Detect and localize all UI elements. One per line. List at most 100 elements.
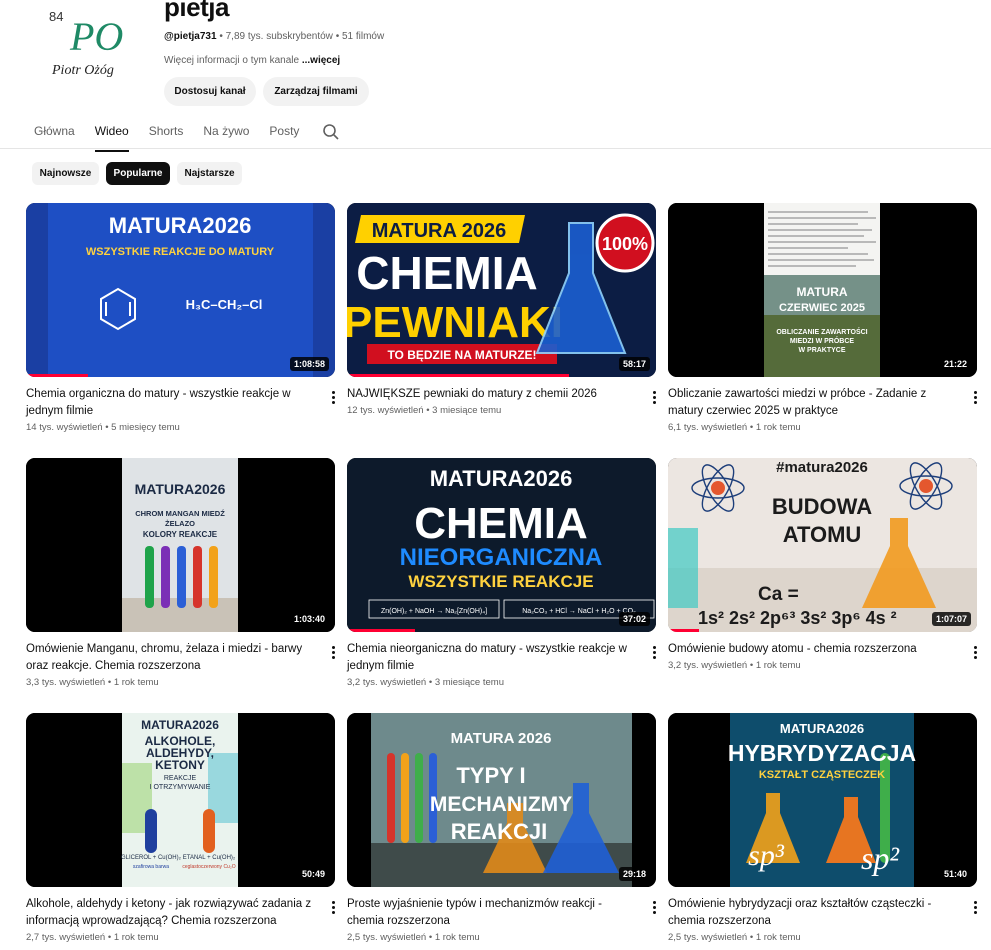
video-title[interactable]: Chemia nieorganiczna do matury - wszystk… — [347, 641, 637, 675]
avatar-number: 84 — [49, 9, 63, 24]
thumb-text: W PRAKTYCE — [798, 347, 845, 354]
video-title[interactable]: Chemia organiczna do matury - wszystkie … — [26, 386, 316, 420]
watch-progress — [668, 629, 699, 632]
thumb-text: CHROM MANGAN MIEDŹ — [135, 509, 225, 518]
thumb-text: CHEMIA — [356, 247, 537, 299]
video-views: 12 tys. wyświetleń — [347, 405, 424, 416]
video-age: 3 miesiące temu — [434, 677, 504, 688]
video-duration: 37:02 — [618, 612, 650, 626]
customize-channel-button[interactable]: Dostosuj kanał — [164, 77, 256, 106]
video-thumbnail[interactable]: MATURA 2026 CHEMIA PEWNIAKI TO BĘDZIE NA… — [347, 203, 656, 377]
thumb-text: CHEMIA — [414, 499, 588, 548]
video-views: 3,3 tys. wyświetleń — [26, 677, 106, 688]
chip-newest[interactable]: Najnowsze — [32, 162, 99, 185]
video-duration: 29:18 — [618, 867, 650, 881]
more-options-icon[interactable] — [647, 897, 661, 917]
video-title[interactable]: Omówienie hybrydyzacji oraz kształtów cz… — [668, 896, 958, 930]
thumb-text: MATURA 2026 — [372, 220, 506, 242]
video-age: 3 miesiące temu — [432, 405, 502, 416]
thumb-text: Zn(OH)₂ + NaOH → Na₂[Zn(OH)₄] — [381, 608, 487, 615]
thumbnail-art: MATURA2026 WSZYSTKIE REAKCJE DO MATURY H… — [26, 203, 335, 377]
video-title[interactable]: Proste wyjaśnienie typów i mechanizmów r… — [347, 896, 637, 930]
video-card[interactable]: MATURA 2026 CHEMIA PEWNIAKI TO BĘDZIE NA… — [347, 203, 656, 416]
video-meta: 3,2 tys. wyświetleń • 1 rok temu — [668, 660, 801, 671]
video-duration: 1:07:07 — [931, 612, 971, 626]
more-options-icon[interactable] — [326, 387, 340, 407]
video-title[interactable]: Obliczanie zawartości miedzi w próbce - … — [668, 386, 958, 420]
video-card[interactable]: MATURA2026 HYBRYDYZACJA KSZTAŁT CZĄSTECZ… — [668, 713, 977, 943]
chip-oldest[interactable]: Najstarsze — [177, 162, 242, 185]
video-age: 5 miesięcy temu — [111, 422, 180, 433]
more-options-icon[interactable] — [326, 897, 340, 917]
video-card[interactable]: MATURA2026 CHROM MANGAN MIEDŹ ŻELAZO KOL… — [26, 458, 335, 688]
thumb-text: CZERWIEC 2025 — [779, 302, 865, 314]
video-meta: 2,7 tys. wyświetleń • 1 rok temu — [26, 932, 159, 943]
thumb-text: 1s² 2s² 2p⁶³ 3s² 3p⁶ 4s ² — [698, 608, 897, 628]
description-text: Więcej informacji o tym kanale — [164, 55, 300, 66]
channel-description[interactable]: Więcej informacji o tym kanale ...więcej — [164, 55, 340, 66]
video-card[interactable]: MATURA 2026 TYPY I MECHANIZMY REAKCJI 29… — [347, 713, 656, 943]
channel-avatar[interactable]: 84 PO Piotr Ożóg — [40, 0, 150, 90]
thumb-text: MATURA2026 — [109, 213, 252, 238]
video-card[interactable]: #matura2026 BUDOWA ATOMU Ca = 1s² 2s² 2p… — [668, 458, 977, 671]
video-views: 2,5 tys. wyświetleń — [668, 932, 748, 943]
thumbnail-art: MATURA2026 HYBRYDYZACJA KSZTAŁT CZĄSTECZ… — [668, 713, 977, 887]
more-options-icon[interactable] — [326, 642, 340, 662]
watch-progress — [26, 374, 88, 377]
more-options-icon[interactable] — [968, 897, 982, 917]
video-meta: 3,3 tys. wyświetleń • 1 rok temu — [26, 677, 159, 688]
thumb-text: TYPY I — [456, 763, 525, 788]
thumb-text: MATURA — [796, 285, 847, 299]
chip-popular[interactable]: Popularne — [106, 162, 170, 185]
video-thumbnail[interactable]: MATURA2026 HYBRYDYZACJA KSZTAŁT CZĄSTECZ… — [668, 713, 977, 887]
video-thumbnail[interactable]: MATURA2026 CHEMIA NIEORGANICZNA WSZYSTKI… — [347, 458, 656, 632]
video-thumbnail[interactable]: MATURA2026 WSZYSTKIE REAKCJE DO MATURY H… — [26, 203, 335, 377]
video-age: 1 rok temu — [755, 660, 801, 671]
video-duration: 51:40 — [939, 867, 971, 881]
thumb-text: BUDOWA — [772, 494, 872, 519]
thumb-text: ETANAL + Cu(OH)₂ — [183, 855, 236, 861]
video-card[interactable]: MATURA2026 ALKOHOLE, ALDEHYDY, KETONY RE… — [26, 713, 335, 943]
thumb-text: NIEORGANICZNA — [400, 544, 603, 571]
video-duration: 1:08:58 — [289, 357, 329, 371]
subscriber-count: 7,89 tys. subskrybentów — [225, 31, 333, 42]
video-title[interactable]: Omówienie budowy atomu - chemia rozszerz… — [668, 641, 958, 658]
thumb-text: MECHANIZMY — [430, 793, 572, 816]
thumbnail-art: #matura2026 BUDOWA ATOMU Ca = 1s² 2s² 2p… — [668, 458, 977, 632]
video-views: 2,5 tys. wyświetleń — [347, 932, 427, 943]
video-views: 6,1 tys. wyświetleń — [668, 422, 748, 433]
more-link[interactable]: ...więcej — [302, 55, 340, 66]
video-title[interactable]: Alkohole, aldehydy i ketony - jak rozwią… — [26, 896, 316, 930]
video-thumbnail[interactable]: #matura2026 BUDOWA ATOMU Ca = 1s² 2s² 2p… — [668, 458, 977, 632]
thumb-text: WSZYSTKIE REAKCJE DO MATURY — [86, 246, 275, 258]
video-duration: 58:17 — [618, 357, 650, 371]
thumb-text: ceglastoczerwony Cu₂O — [182, 864, 235, 870]
thumb-text: KSZTAŁT CZĄSTECZEK — [759, 769, 885, 781]
video-card[interactable]: MATURA2026 CHEMIA NIEORGANICZNA WSZYSTKI… — [347, 458, 656, 688]
thumb-text: WSZYSTKIE REAKCJE — [408, 572, 593, 591]
video-thumbnail[interactable]: MATURA 2026 TYPY I MECHANIZMY REAKCJI 29… — [347, 713, 656, 887]
more-options-icon[interactable] — [968, 387, 982, 407]
manage-videos-button[interactable]: Zarządzaj filmami — [263, 77, 369, 106]
video-card[interactable]: MATURA CZERWIEC 2025 OBLICZANIE ZAWARTOŚ… — [668, 203, 977, 433]
video-thumbnail[interactable]: MATURA CZERWIEC 2025 OBLICZANIE ZAWARTOŚ… — [668, 203, 977, 377]
search-icon[interactable] — [322, 123, 340, 141]
thumb-text: HYBRYDYZACJA — [728, 740, 916, 766]
thumb-text: MATURA2026 — [141, 718, 219, 732]
video-meta: 12 tys. wyświetleń • 3 miesiące temu — [347, 405, 502, 416]
video-age: 1 rok temu — [113, 677, 159, 688]
video-card[interactable]: MATURA2026 WSZYSTKIE REAKCJE DO MATURY H… — [26, 203, 335, 433]
more-options-icon[interactable] — [968, 642, 982, 662]
thumb-text: MATURA2026 — [135, 481, 226, 497]
more-options-icon[interactable] — [647, 642, 661, 662]
more-options-icon[interactable] — [647, 387, 661, 407]
thumb-text: I OTRZYMYWANIE — [150, 784, 211, 791]
video-title[interactable]: NAJWIĘKSZE pewniaki do matury z chemii 2… — [347, 386, 637, 403]
video-thumbnail[interactable]: MATURA2026 ALKOHOLE, ALDEHYDY, KETONY RE… — [26, 713, 335, 887]
video-count: 51 filmów — [341, 31, 385, 42]
thumb-text: sp² — [861, 840, 900, 876]
video-title[interactable]: Omówienie Manganu, chromu, żelaza i mied… — [26, 641, 316, 675]
thumbnail-art: MATURA2026 CHEMIA NIEORGANICZNA WSZYSTKI… — [347, 458, 656, 632]
thumb-text: 100% — [602, 234, 648, 254]
video-thumbnail[interactable]: MATURA2026 CHROM MANGAN MIEDŹ ŻELAZO KOL… — [26, 458, 335, 632]
